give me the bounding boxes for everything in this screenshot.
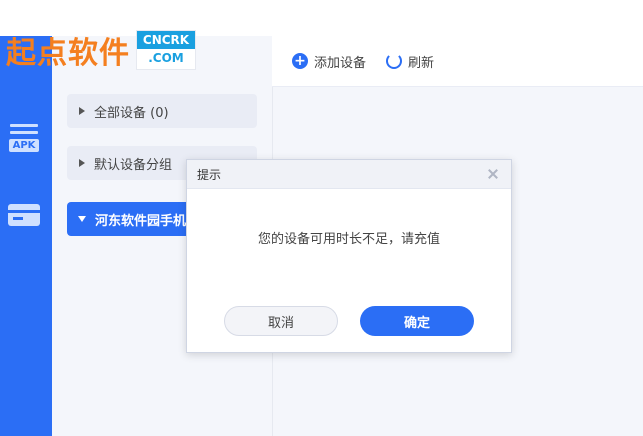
refresh-icon (386, 53, 403, 69)
apk-rail-button[interactable]: APK (6, 122, 42, 152)
group-label: 河东软件园手机 (95, 213, 187, 229)
add-device-button[interactable]: + 添加设备 (292, 52, 366, 71)
apk-icon (10, 124, 38, 127)
dialog-message: 您的设备可用时长不足，请充值 (257, 231, 440, 247)
logo-text: 起点软件 (6, 36, 130, 71)
close-icon[interactable] (485, 166, 501, 182)
card-icon (8, 204, 40, 226)
refresh-button[interactable]: 刷新 (386, 52, 434, 71)
logo-badge: CNCRK .COM (136, 30, 196, 70)
cancel-button[interactable]: 取消 (224, 306, 338, 336)
left-rail: APK (0, 36, 52, 436)
apk-label: APK (8, 139, 40, 152)
logo-badge-bottom: .COM (148, 51, 184, 65)
chevron-down-icon (78, 216, 86, 222)
dialog-header: 提示 (187, 160, 511, 189)
chevron-right-icon (79, 107, 85, 115)
confirm-button[interactable]: 确定 (360, 306, 474, 336)
chevron-right-icon (79, 159, 85, 167)
plus-icon: + (292, 53, 308, 69)
site-logo: 起点软件 CNCRK .COM (6, 28, 196, 72)
dialog-actions: 取消 确定 (187, 306, 511, 336)
refresh-label: 刷新 (408, 55, 435, 71)
dialog-title: 提示 (197, 167, 222, 182)
logo-badge-top: CNCRK (137, 31, 195, 49)
add-device-label: 添加设备 (314, 55, 367, 71)
card-rail-button[interactable] (6, 204, 42, 226)
toolbar: + 添加设备 刷新 (272, 36, 643, 87)
prompt-dialog: 提示 您的设备可用时长不足，请充值 取消 确定 (186, 159, 512, 353)
dialog-message-wrap: 您的设备可用时长不足，请充值 (187, 199, 511, 275)
group-label: 全部设备 (0) (94, 105, 169, 121)
group-label: 默认设备分组 (94, 157, 173, 173)
group-all-devices[interactable]: 全部设备 (0) (67, 94, 257, 128)
